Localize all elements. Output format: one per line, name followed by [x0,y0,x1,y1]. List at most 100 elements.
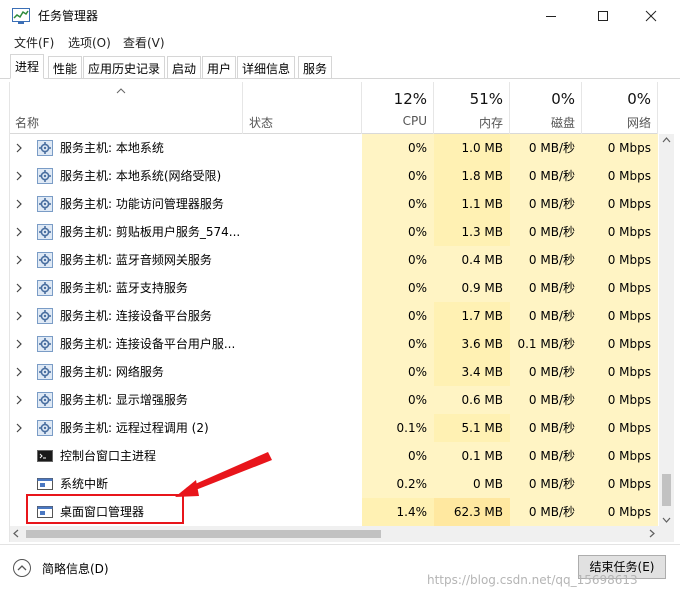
process-name: 服务主机: 蓝牙支持服务 [60,281,188,295]
column-header-status[interactable]: 状态 [243,82,362,134]
network-value: 0 Mbps [582,498,658,526]
disk-total-percent: 0% [551,90,575,108]
disk-value: 0 MB/秒 [510,442,582,470]
sort-ascending-icon [116,88,126,94]
column-header-memory[interactable]: 51% 内存 [434,82,510,134]
table-row[interactable]: 服务主机: 剪贴板用户服务_574... 0% 1.3 MB 0 MB/秒 0 Mbps [10,218,658,246]
cpu-label: CPU [402,114,427,128]
column-header-disk[interactable]: 0% 磁盘 [510,82,582,134]
table-row[interactable]: 服务主机: 远程过程调用 (2) 0.1% 5.1 MB 0 MB/秒 0 Mbps [10,414,658,442]
gear-icon [37,196,53,212]
fewer-details-link[interactable]: 简略信息(D) [42,560,109,577]
expand-chevron-icon[interactable] [16,423,22,433]
title-bar[interactable]: 任务管理器 [0,0,680,32]
tab-processes[interactable]: 进程 [10,54,45,79]
expand-chevron-icon[interactable] [16,143,22,153]
column-header-cpu[interactable]: 12% CPU [362,82,434,134]
table-row[interactable]: 服务主机: 蓝牙音频网关服务 0% 0.4 MB 0 MB/秒 0 Mbps [10,246,658,274]
expand-chevron-icon[interactable] [16,367,22,377]
close-button[interactable] [628,0,674,32]
disk-value: 0 MB/秒 [510,386,582,414]
menu-options[interactable]: 选项(O) [68,34,111,51]
cpu-total-percent: 12% [393,90,427,108]
gear-icon [37,140,53,156]
minimize-icon [546,16,556,17]
gear-icon [37,364,53,380]
scroll-left-icon[interactable] [13,529,19,538]
memory-value: 1.1 MB [434,190,510,218]
process-name: 服务主机: 本地系统(网络受限) [60,169,222,183]
minimize-button[interactable] [528,0,574,32]
table-row[interactable]: 服务主机: 连接设备平台用户服... 0% 3.6 MB 0.1 MB/秒 0 Mbps [10,330,658,358]
tab-services[interactable]: 服务 [298,56,333,78]
cpu-value: 0% [362,442,434,470]
gear-icon [37,308,53,324]
horizontal-scroll-thumb[interactable] [26,530,381,538]
table-row[interactable]: 控制台窗口主进程 0% 0.1 MB 0 MB/秒 0 Mbps [10,442,658,470]
fewer-details-icon[interactable] [12,558,32,578]
watermark-text: https://blog.csdn.net/qq_15698613 [427,573,638,587]
table-row[interactable]: 服务主机: 显示增强服务 0% 0.6 MB 0 MB/秒 0 Mbps [10,386,658,414]
disk-label: 磁盘 [550,116,575,130]
network-value: 0 Mbps [582,302,658,330]
column-header-network[interactable]: 0% 网络 [582,82,658,134]
tab-details[interactable]: 详细信息 [237,56,296,78]
network-value: 0 Mbps [582,470,658,498]
disk-value: 0 MB/秒 [510,134,582,162]
tab-startup[interactable]: 启动 [167,56,202,78]
annotation-highlight-box [26,494,184,524]
tab-app-history[interactable]: 应用历史记录 [83,56,166,78]
task-manager-app-icon [12,8,30,24]
maximize-button[interactable] [580,0,626,32]
menu-file[interactable]: 文件(F) [14,34,54,51]
gear-icon [37,168,53,184]
scroll-up-icon[interactable] [662,137,671,143]
disk-value: 0 MB/秒 [510,302,582,330]
table-row[interactable]: 服务主机: 功能访问管理器服务 0% 1.1 MB 0 MB/秒 0 Mbps [10,190,658,218]
expand-chevron-icon[interactable] [16,199,22,209]
tab-users[interactable]: 用户 [202,56,237,78]
disk-value: 0 MB/秒 [510,470,582,498]
column-name-label: 名称 [15,116,40,130]
vertical-scrollbar[interactable] [659,134,674,526]
table-row[interactable]: 服务主机: 本地系统 0% 1.0 MB 0 MB/秒 0 Mbps [10,134,658,162]
tab-performance[interactable]: 性能 [48,56,83,78]
process-table: 名称 状态 12% CPU 51% 内存 0% 磁盘 0% 网络 服务主机: 本… [9,82,674,542]
memory-value: 62.3 MB [434,498,510,526]
expand-chevron-icon[interactable] [16,171,22,181]
disk-value: 0 MB/秒 [510,498,582,526]
cpu-value: 0% [362,190,434,218]
cpu-value: 0% [362,358,434,386]
vertical-scroll-thumb[interactable] [662,474,671,506]
table-row[interactable]: 服务主机: 蓝牙支持服务 0% 0.9 MB 0 MB/秒 0 Mbps [10,274,658,302]
expand-chevron-icon[interactable] [16,255,22,265]
horizontal-scrollbar[interactable] [10,526,674,542]
expand-chevron-icon[interactable] [16,283,22,293]
expand-chevron-icon[interactable] [16,311,22,321]
window-title: 任务管理器 [38,9,99,23]
menu-view[interactable]: 查看(V) [123,34,165,51]
network-value: 0 Mbps [582,386,658,414]
memory-value: 3.6 MB [434,330,510,358]
network-value: 0 Mbps [582,218,658,246]
network-label: 网络 [626,116,651,130]
table-row[interactable]: 服务主机: 连接设备平台服务 0% 1.7 MB 0 MB/秒 0 Mbps [10,302,658,330]
process-name: 服务主机: 连接设备平台服务 [60,309,212,323]
network-value: 0 Mbps [582,162,658,190]
process-name: 控制台窗口主进程 [60,449,157,463]
column-header-name[interactable]: 名称 [10,82,243,134]
gear-icon [37,420,53,436]
process-name: 服务主机: 本地系统 [60,141,164,155]
memory-value: 5.1 MB [434,414,510,442]
table-row[interactable]: 服务主机: 本地系统(网络受限) 0% 1.8 MB 0 MB/秒 0 Mbps [10,162,658,190]
expand-chevron-icon[interactable] [16,227,22,237]
table-row[interactable]: 服务主机: 网络服务 0% 3.4 MB 0 MB/秒 0 Mbps [10,358,658,386]
scroll-down-icon[interactable] [662,517,671,523]
expand-chevron-icon[interactable] [16,339,22,349]
disk-value: 0 MB/秒 [510,218,582,246]
network-value: 0 Mbps [582,274,658,302]
expand-chevron-icon[interactable] [16,395,22,405]
network-value: 0 Mbps [582,246,658,274]
network-total-percent: 0% [627,90,651,108]
scroll-right-icon[interactable] [649,529,655,538]
